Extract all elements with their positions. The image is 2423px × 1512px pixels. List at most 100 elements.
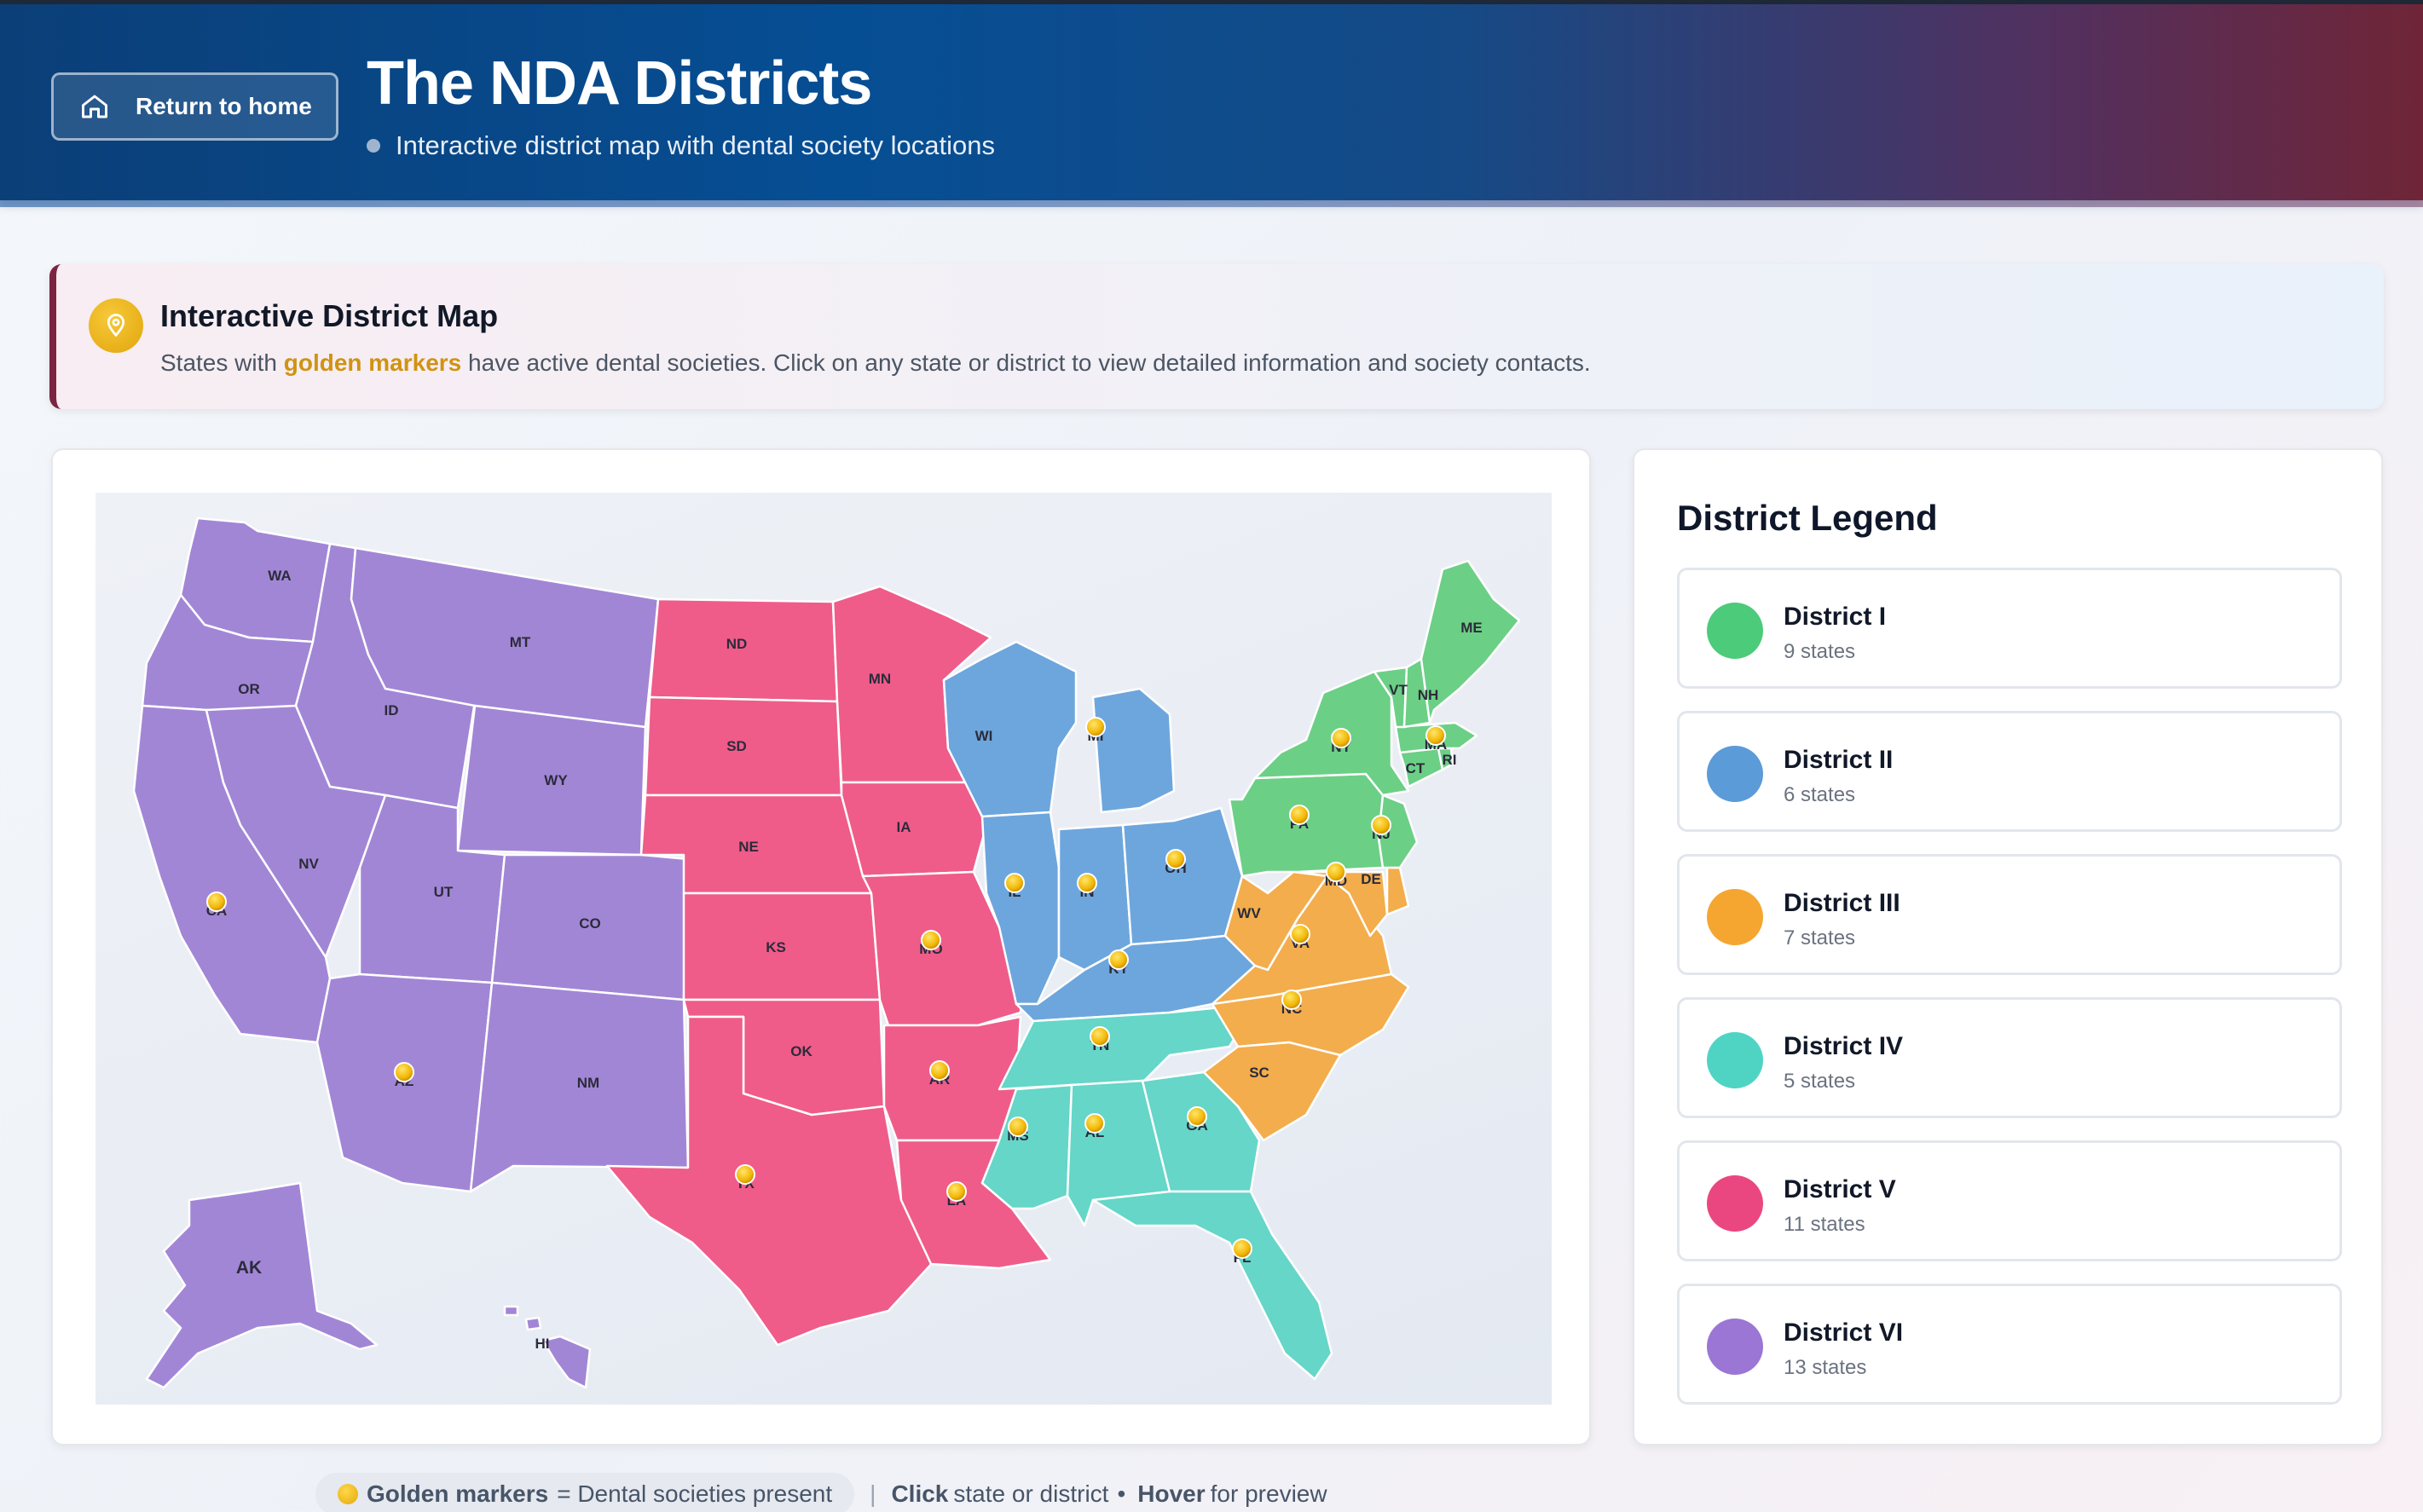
page-header: Return to home The NDA Districts Interac… (0, 4, 2423, 200)
state-de[interactable] (1385, 866, 1410, 916)
legend-item-district-4[interactable]: District IV 5 states (1677, 997, 2342, 1118)
legend-swatch (1707, 603, 1763, 659)
society-marker-ms[interactable] (1008, 1117, 1028, 1137)
us-district-map: WAORCAIDNVMTWYUTCOAZNMAKHINDSDNEKSOKTXMN… (132, 517, 1521, 1389)
state-label: IA (897, 819, 911, 835)
legend-item-name: District V (1784, 1175, 1896, 1203)
marker-hint-text: = Dental societies present (557, 1480, 833, 1507)
golden-marker-icon (338, 1484, 358, 1504)
map-canvas: WAORCAIDNVMTWYUTCOAZNMAKHINDSDNEKSOKTXMN… (95, 493, 1552, 1405)
society-marker-ca[interactable] (206, 892, 227, 912)
society-marker-mi[interactable] (1085, 717, 1106, 737)
legend-item-name: District III (1784, 889, 1900, 917)
legend-item-name: District IV (1784, 1032, 1904, 1060)
state-label: SC (1249, 1065, 1269, 1081)
society-marker-tx[interactable] (735, 1164, 755, 1185)
society-marker-az[interactable] (394, 1062, 414, 1082)
map-card: WAORCAIDNVMTWYUTCOAZNMAKHINDSDNEKSOKTXMN… (51, 448, 1591, 1446)
hover-hint-text: for preview (1210, 1480, 1327, 1507)
state-label: KS (766, 939, 786, 955)
legend-item-count: 11 states (1784, 1213, 1865, 1236)
state-label: CT (1406, 760, 1425, 776)
society-marker-ny[interactable] (1331, 728, 1351, 748)
state-label: ME (1460, 620, 1483, 636)
legend-item-district-2[interactable]: District II 6 states (1677, 711, 2342, 832)
society-marker-la[interactable] (946, 1181, 967, 1202)
hint-bullet: • (1117, 1480, 1126, 1507)
state-ar[interactable] (882, 1015, 1022, 1142)
society-marker-ma[interactable] (1425, 725, 1446, 746)
state-in[interactable] (1057, 823, 1133, 972)
state-hi[interactable] (524, 1316, 542, 1331)
legend-swatch (1707, 1175, 1763, 1232)
return-home-button[interactable]: Return to home (51, 72, 338, 141)
legend-swatch (1707, 1319, 1763, 1375)
society-marker-il[interactable] (1004, 873, 1025, 893)
society-marker-al[interactable] (1084, 1113, 1105, 1134)
marker-hint-pill: Golden markers = Dental societies presen… (315, 1473, 855, 1512)
map-usage-hint: Golden markers = Dental societies presen… (315, 1473, 1327, 1512)
legend-swatch (1707, 1032, 1763, 1088)
state-hi[interactable] (541, 1335, 592, 1389)
society-marker-fl[interactable] (1232, 1238, 1252, 1259)
page-title: The NDA Districts (367, 49, 872, 118)
state-label: ND (726, 636, 748, 652)
state-label: HI (535, 1336, 550, 1352)
page-subtitle: Interactive district map with dental soc… (367, 130, 995, 161)
society-marker-in[interactable] (1077, 873, 1097, 893)
society-marker-ar[interactable] (929, 1060, 950, 1081)
state-label: NV (298, 856, 319, 872)
legend-item-district-5[interactable]: District V 11 states (1677, 1140, 2342, 1261)
state-label: WA (268, 568, 291, 584)
legend-item-name: District I (1784, 603, 1887, 631)
state-label: OR (238, 681, 260, 697)
state-label: SD (726, 738, 747, 754)
legend-item-name: District VI (1784, 1319, 1904, 1347)
society-marker-mo[interactable] (921, 930, 941, 950)
subtitle-text: Interactive district map with dental soc… (396, 130, 995, 160)
society-marker-oh[interactable] (1165, 849, 1186, 869)
state-label: ID (385, 702, 399, 718)
state-label: WI (975, 728, 993, 744)
state-hi[interactable] (503, 1305, 519, 1317)
legend-item-district-6[interactable]: District VI 13 states (1677, 1284, 2342, 1405)
state-label: RI (1443, 752, 1457, 768)
society-marker-tn[interactable] (1090, 1026, 1110, 1047)
legend-item-district-1[interactable]: District I 9 states (1677, 568, 2342, 689)
home-icon (82, 95, 107, 118)
return-home-label: Return to home (136, 93, 312, 119)
society-marker-va[interactable] (1290, 924, 1310, 944)
state-label: MN (869, 671, 891, 687)
state-oh[interactable] (1121, 806, 1244, 946)
legend-title: District Legend (1677, 498, 1938, 538)
map-pin-icon (89, 298, 143, 353)
state-label: NH (1418, 687, 1439, 703)
state-label: MT (510, 634, 531, 650)
legend-item-count: 6 states (1784, 783, 1856, 806)
info-text-suffix: have active dental societies. Click on a… (461, 349, 1591, 376)
society-marker-nj[interactable] (1371, 815, 1391, 835)
state-ia[interactable] (840, 781, 988, 878)
state-fl[interactable] (1091, 1190, 1333, 1381)
state-label: VT (1389, 682, 1408, 698)
society-marker-ga[interactable] (1187, 1106, 1207, 1127)
legend-item-count: 9 states (1784, 640, 1856, 663)
state-label: DE (1361, 871, 1381, 887)
society-marker-ky[interactable] (1108, 949, 1129, 970)
society-marker-nc[interactable] (1281, 990, 1302, 1010)
info-text-highlight: golden markers (283, 349, 462, 376)
society-marker-md[interactable] (1326, 862, 1346, 882)
state-ak[interactable] (145, 1181, 379, 1389)
state-label: NM (577, 1075, 599, 1091)
legend-swatch (1707, 746, 1763, 802)
legend-item-district-3[interactable]: District III 7 states (1677, 854, 2342, 975)
info-banner: Interactive District Map States with gol… (49, 264, 2384, 409)
state-label: AK (236, 1258, 262, 1278)
legend-item-count: 7 states (1784, 926, 1856, 949)
society-marker-pa[interactable] (1289, 805, 1310, 825)
legend-item-name: District II (1784, 746, 1894, 774)
legend-swatch (1707, 889, 1763, 945)
info-text-prefix: States with (160, 349, 284, 376)
hover-hint-label: Hover (1137, 1480, 1206, 1507)
state-mi[interactable] (1091, 687, 1176, 814)
